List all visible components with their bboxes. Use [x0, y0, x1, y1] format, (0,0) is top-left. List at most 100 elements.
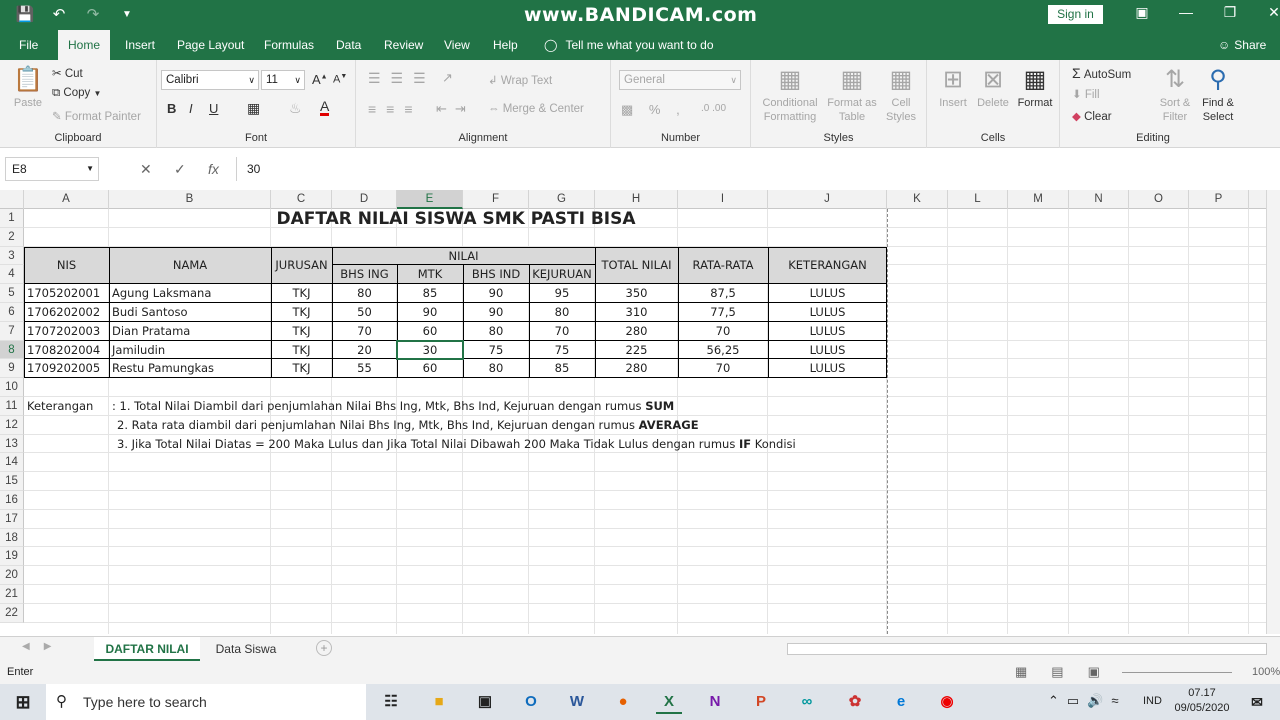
fill-color-icon[interactable]: ♨ [289, 100, 302, 117]
row-header-8[interactable]: 8 [0, 340, 24, 360]
tab-formulas[interactable]: Formulas [262, 30, 316, 60]
row-header-16[interactable]: 16 [0, 491, 24, 510]
cell-bhs-ing[interactable]: 80 [332, 284, 397, 303]
cell-total[interactable]: 280 [595, 322, 678, 341]
header-rata-rata[interactable]: RATA-RATA [678, 247, 768, 285]
restore-icon[interactable]: ❐ [1208, 4, 1252, 21]
cell-keterangan[interactable]: LULUS [768, 322, 887, 341]
tab-insert[interactable]: Insert [123, 30, 157, 60]
header-mtk[interactable]: MTK [397, 265, 463, 284]
cell-total[interactable]: 310 [595, 303, 678, 322]
cell-nis[interactable]: 1707202003 [27, 322, 109, 341]
cell-rata[interactable]: 56,25 [678, 341, 768, 360]
cell-rata[interactable]: 70 [678, 322, 768, 341]
cell-total[interactable]: 225 [595, 341, 678, 360]
row-header-4[interactable]: 4 [0, 265, 24, 285]
enter-icon[interactable]: ✓ [174, 157, 186, 181]
tab-view[interactable]: View [442, 30, 472, 60]
borders-icon[interactable]: ▦ [247, 100, 260, 117]
cell-bhs-ind[interactable]: 75 [463, 341, 529, 360]
cell-bhs-ind[interactable]: 80 [463, 359, 529, 378]
row-header-12[interactable]: 12 [0, 415, 24, 435]
row-header-3[interactable]: 3 [0, 246, 24, 266]
cell-kejuruan[interactable]: 80 [529, 303, 595, 322]
row-header-5[interactable]: 5 [0, 284, 24, 303]
format-cells-button[interactable]: ▦ Format [1013, 64, 1057, 110]
column-header-a[interactable]: A [24, 190, 109, 209]
horizontal-scrollbar[interactable] [787, 643, 1267, 655]
edge-icon[interactable]: e [888, 690, 914, 714]
powerpoint-icon[interactable]: P [748, 690, 774, 714]
active-cell-cursor[interactable] [396, 339, 464, 361]
excel-icon[interactable]: X [656, 690, 682, 714]
cell-bhs-ing[interactable]: 55 [332, 359, 397, 378]
arduino-icon[interactable]: ∞ [794, 690, 820, 714]
onenote-icon[interactable]: N [702, 690, 728, 714]
taskbar-search[interactable]: ⚲ Type here to search [46, 684, 366, 720]
cell-nama[interactable]: Restu Pamungkas [112, 359, 271, 378]
vertical-scrollbar[interactable] [1266, 190, 1280, 634]
cell-nis[interactable]: 1706202002 [27, 303, 109, 322]
notification-icon[interactable]: ✉ [1244, 690, 1270, 714]
firefox-icon[interactable]: ● [610, 690, 636, 714]
vertical-align-icons[interactable]: ☰☰☰ [368, 70, 436, 87]
store-icon[interactable]: ▣ [472, 690, 498, 714]
cell-total[interactable]: 350 [595, 284, 678, 303]
cell-mtk[interactable]: 60 [397, 322, 463, 341]
zoom-slider[interactable] [1122, 672, 1232, 673]
header-jurusan[interactable]: JURUSAN [271, 247, 332, 285]
tab-data[interactable]: Data [334, 30, 363, 60]
cell-keterangan[interactable]: LULUS [768, 341, 887, 360]
cell-mtk[interactable]: 90 [397, 303, 463, 322]
sort-filter-button[interactable]: ⇅ Sort & Filter [1152, 64, 1198, 124]
decrease-font-icon[interactable]: A▼ [333, 73, 347, 86]
cell-nama[interactable]: Dian Pratama [112, 322, 271, 341]
cell-keterangan[interactable]: LULUS [768, 303, 887, 322]
column-header-j[interactable]: J [768, 190, 887, 209]
name-box[interactable]: E8 ▼ [5, 157, 99, 181]
column-header-h[interactable]: H [595, 190, 678, 209]
wrap-text-button[interactable]: ↲ Wrap Text [488, 73, 552, 87]
column-header-c[interactable]: C [271, 190, 332, 209]
ribbon-display-icon[interactable]: ▣ [1120, 4, 1164, 21]
increase-font-icon[interactable]: A▲ [312, 72, 328, 87]
row-header-19[interactable]: 19 [0, 547, 24, 567]
indent-icons[interactable]: ⇤⇥ [436, 101, 474, 117]
number-format-icons[interactable]: ▩ % , [621, 102, 686, 118]
tab-page-layout[interactable]: Page Layout [175, 30, 246, 60]
cell-jurusan[interactable]: TKJ [271, 341, 332, 360]
cell-jurusan[interactable]: TKJ [271, 322, 332, 341]
autosum-button[interactable]: Σ AutoSum [1072, 65, 1131, 81]
row-header-15[interactable]: 15 [0, 472, 24, 491]
worksheet-grid[interactable]: ABCDEFGHIJKLMNOP 1 2 3 4 5 6 7 8 9 10 11 12 13 14 15 16… [0, 190, 1266, 634]
header-bhs-ing[interactable]: BHS ING [332, 265, 397, 284]
delete-cells-button[interactable]: ⊠ Delete [973, 64, 1013, 110]
cell-nama[interactable]: Budi Santoso [112, 303, 271, 322]
row-header-2[interactable]: 2 [0, 227, 24, 247]
cell-kejuruan[interactable]: 85 [529, 359, 595, 378]
outlook-icon[interactable]: O [518, 690, 544, 714]
header-keterangan[interactable]: KETERANGAN [768, 247, 887, 285]
column-header-e[interactable]: E [397, 190, 463, 209]
column-header-o[interactable]: O [1129, 190, 1189, 209]
header-kejuruan[interactable]: KEJURUAN [529, 265, 595, 284]
column-header-m[interactable]: M [1008, 190, 1069, 209]
cell-bhs-ing[interactable]: 70 [332, 322, 397, 341]
sheet-tab-data-siswa[interactable]: Data Siswa [206, 637, 286, 661]
cancel-icon[interactable]: ✕ [140, 157, 152, 181]
cell-nis[interactable]: 1705202001 [27, 284, 109, 303]
column-header-b[interactable]: B [109, 190, 271, 209]
share-button[interactable]: ☺ Share [1218, 30, 1266, 60]
bold-icon[interactable]: B [167, 101, 176, 116]
customize-qat-icon[interactable]: ▼ [116, 5, 138, 25]
cell-bhs-ing[interactable]: 50 [332, 303, 397, 322]
insert-cells-button[interactable]: ⊞ Insert [933, 64, 973, 110]
cell-nis[interactable]: 1708202004 [27, 341, 109, 360]
column-header-i[interactable]: I [678, 190, 768, 209]
clear-button[interactable]: ◆ Clear [1072, 109, 1112, 123]
font-size-select[interactable]: 11 ∨ [261, 70, 305, 90]
underline-icon[interactable]: U [209, 101, 218, 116]
format-painter-button[interactable]: ✎ Format Painter [52, 109, 141, 123]
word-icon[interactable]: W [564, 690, 590, 714]
number-format-select[interactable]: General ∨ [619, 70, 741, 90]
